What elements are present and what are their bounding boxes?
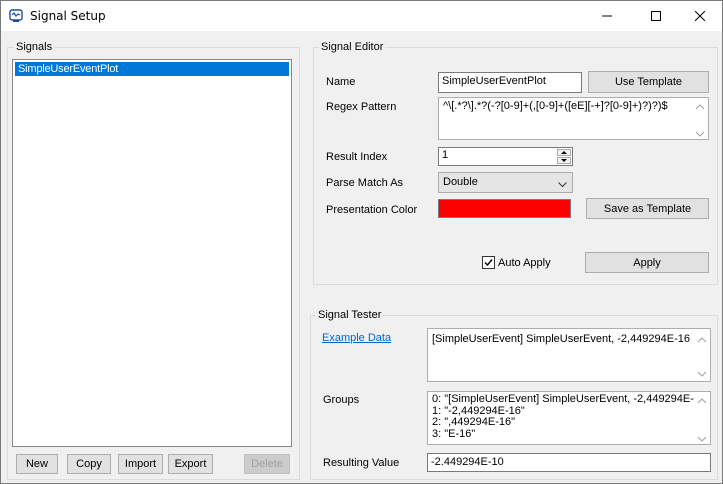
scroll-up-icon[interactable]: [697, 335, 707, 343]
maximize-button[interactable]: [633, 1, 679, 31]
groups-line: 3: "E-16": [432, 427, 476, 440]
regex-pattern-input[interactable]: ^\[.*?\].*?(-?[0-9]+(,[0-9]+([eE][-+]?[0…: [438, 97, 709, 140]
minimize-icon: [602, 11, 612, 21]
scroll-up-icon[interactable]: [695, 102, 705, 110]
groups-output[interactable]: 0: "[SimpleUserEvent] SimpleUserEvent, -…: [427, 391, 711, 445]
signal-setup-window: Signal Setup Signals SimpleUserEventPlot…: [0, 0, 723, 484]
presentation-color-label: Presentation Color: [326, 204, 418, 216]
auto-apply-label[interactable]: Auto Apply: [498, 257, 551, 270]
import-button[interactable]: Import: [118, 454, 163, 474]
maximize-icon: [651, 11, 661, 21]
scroll-down-icon[interactable]: [697, 434, 707, 442]
signal-tester-group-label: Signal Tester: [316, 309, 384, 322]
parse-match-select[interactable]: Double: [438, 172, 573, 193]
signal-editor-group-label: Signal Editor: [319, 41, 386, 54]
resulting-value-label: Resulting Value: [323, 457, 400, 469]
result-index-stepper[interactable]: 1: [438, 147, 573, 166]
save-as-template-button[interactable]: Save as Template: [586, 198, 709, 219]
name-input[interactable]: SimpleUserEventPlot: [438, 72, 582, 93]
signals-group-label: Signals: [14, 41, 55, 54]
title-bar[interactable]: Signal Setup: [1, 1, 722, 31]
result-index-label: Result Index: [326, 151, 388, 163]
name-label: Name: [326, 76, 356, 88]
close-icon: [695, 11, 705, 21]
regex-pattern-label: Regex Pattern: [326, 101, 397, 113]
close-button[interactable]: [677, 1, 723, 31]
scroll-up-icon[interactable]: [697, 396, 707, 404]
use-template-button[interactable]: Use Template: [588, 71, 709, 93]
example-data-input[interactable]: [SimpleUserEvent] SimpleUserEvent, -2,44…: [427, 328, 711, 382]
chevron-down-icon: [558, 179, 567, 192]
export-button[interactable]: Export: [168, 454, 213, 474]
regex-pattern-value: ^\[.*?\].*?(-?[0-9]+(,[0-9]+([eE][-+]?[0…: [443, 100, 668, 112]
groups-label: Groups: [323, 394, 360, 406]
spin-up-icon[interactable]: [557, 149, 571, 156]
result-index-spin: [557, 149, 571, 164]
groups-scrollbar[interactable]: [694, 392, 710, 444]
regex-scrollbar[interactable]: [692, 98, 708, 139]
window-title: Signal Setup: [30, 9, 106, 23]
signals-list[interactable]: SimpleUserEventPlot: [12, 59, 292, 447]
groups-line: 0: "[SimpleUserEvent] SimpleUserEvent, -…: [432, 393, 711, 405]
spin-down-icon[interactable]: [557, 157, 571, 164]
result-index-value: 1: [442, 149, 449, 161]
new-button[interactable]: New: [16, 454, 58, 474]
resulting-value-output[interactable]: -2.449294E-10: [427, 453, 711, 472]
scroll-down-icon[interactable]: [697, 369, 707, 377]
signal-setup-icon: [9, 9, 23, 23]
parse-match-value: Double: [443, 176, 478, 188]
delete-button[interactable]: Delete: [244, 454, 290, 474]
minimize-button[interactable]: [584, 1, 630, 31]
example-data-link[interactable]: Example Data: [322, 332, 391, 345]
groups-line: 2: ",449294E-16": [432, 416, 516, 428]
parse-match-label: Parse Match As: [326, 177, 404, 189]
scroll-down-icon[interactable]: [695, 129, 705, 137]
list-item[interactable]: SimpleUserEventPlot: [15, 62, 289, 76]
example-data-scrollbar[interactable]: [694, 329, 710, 381]
presentation-color-swatch[interactable]: [438, 199, 571, 218]
apply-button[interactable]: Apply: [585, 252, 709, 273]
example-data-value: [SimpleUserEvent] SimpleUserEvent, -2,44…: [432, 333, 691, 345]
copy-button[interactable]: Copy: [67, 454, 111, 474]
auto-apply-checkbox[interactable]: [482, 256, 495, 269]
